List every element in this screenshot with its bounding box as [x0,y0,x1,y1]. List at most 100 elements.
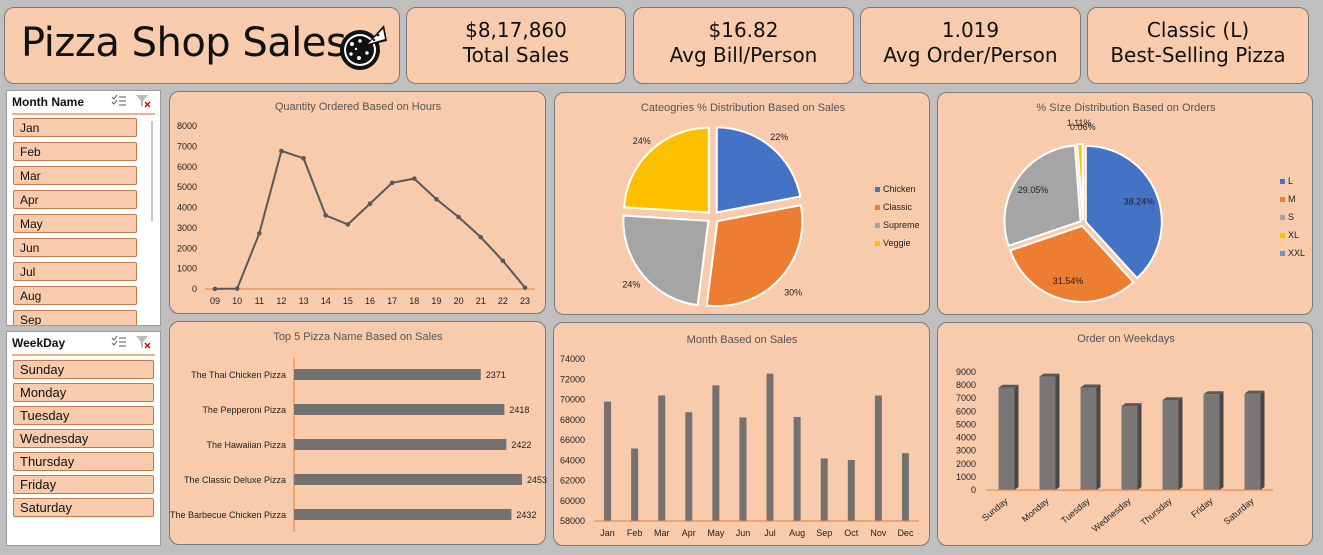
legend-label: Classic [883,202,913,212]
y-tick-label: 3000 [177,223,197,233]
x-tick-label: Jun [736,528,751,538]
weekday-slicer-header: WeekDay [12,336,66,350]
multi-select-icon[interactable] [111,94,127,108]
slice-label: 24% [622,280,640,290]
chart-title: Quantity Ordered Based on Hours [275,101,442,113]
x-tick-label: May [707,528,725,538]
x-tick-label: Jan [600,528,615,538]
kpi-avg-order: 1.019 Avg Order/Person [860,7,1081,84]
bar [1203,394,1220,490]
bar [998,387,1015,490]
slicer-item-thursday[interactable]: Thursday [13,452,154,471]
legend-label: Chicken [883,184,916,194]
chart-title: Month Based on Sales [687,334,798,346]
x-tick-label: Aug [789,528,805,538]
data-point [279,148,284,154]
category-label: The Barbecue Chicken Pizza [170,510,286,520]
bar [294,404,505,415]
top-pizza-bar-chart: Top 5 Pizza Name Based on Sales The Thai … [170,331,547,532]
slice-label: 29.05% [1018,185,1049,195]
bar-side [1219,391,1224,490]
slicer-item-apr[interactable]: Apr [13,190,137,209]
bar [847,459,855,521]
bar [766,373,774,521]
slicer-item-wednesday[interactable]: Wednesday [13,429,154,448]
kpi-best-pizza: Classic (L) Best-Selling Pizza [1087,7,1309,84]
size-pie-chart: % SIze Distribution Based on Orders 38.24… [1003,102,1305,303]
category-label: The Thai Chicken Pizza [191,370,286,380]
slicer-item-may[interactable]: May [13,214,137,233]
legend-swatch [1280,197,1285,202]
bar [631,448,639,521]
bar-side [1096,384,1101,490]
bar [604,401,612,521]
category-label: The Hawaiian Pizza [206,440,286,450]
value-label: 2418 [509,405,529,415]
y-tick-label: 70000 [560,395,585,405]
slicer-item-mar[interactable]: Mar [13,166,137,185]
bar [294,474,522,485]
x-tick-label: Nov [870,528,887,538]
dashboard-title-card: Pizza Shop Sales [4,7,400,84]
slice-label: 24% [633,136,651,146]
bar [1121,406,1138,490]
hours-line-chart: Quantity Ordered Based on Hours 8000 7000 6… [177,101,535,306]
slice-label: 30% [784,287,802,297]
hours-line-chart-card: Quantity Ordered Based on Hours 8000 7000 6… [169,91,546,314]
bar [1039,376,1056,490]
x-tick-label: 18 [409,296,419,306]
x-tick-label: Tuesday [1059,496,1092,526]
clear-filter-icon[interactable] [135,335,151,349]
bar-side [1178,397,1183,490]
slicer-scrollbar[interactable] [151,121,153,221]
legend-swatch [875,205,880,210]
x-tick-label: 23 [520,296,530,306]
y-tick-label: 6000 [177,162,197,172]
slicer-item-jun[interactable]: Jun [13,238,137,257]
category-pie-chart: Cateogries % Distribution Based on Sales… [622,102,920,308]
bar [1244,393,1261,490]
slicer-item-feb[interactable]: Feb [13,142,137,161]
category-label: The Classic Deluxe Pizza [184,475,286,485]
legend-label: L [1288,176,1293,186]
month-slicer[interactable]: Month Name Jan Feb Mar Apr May Jun Jul Aug Sep [6,90,161,326]
bar [658,395,666,521]
slice-label: 31.54% [1053,276,1084,286]
slicer-item-saturday[interactable]: Saturday [13,498,154,517]
slicer-item-tuesday[interactable]: Tuesday [13,406,154,425]
value-label: 2371 [486,370,506,380]
kpi-label: Total Sales [462,43,570,67]
y-tick-label: 2000 [177,243,197,253]
bar-side [1014,384,1019,490]
y-tick-label: 6000 [956,406,976,416]
x-tick-label: Wednesday [1090,496,1133,534]
x-tick-label: Thursday [1139,496,1175,528]
weekday-bar-chart: Order on Weekdays 9000 8000 7000 6000 5000 400… [956,333,1273,534]
slicer-item-friday[interactable]: Friday [13,475,154,494]
bar-side [1055,373,1060,490]
y-tick-label: 2000 [956,459,976,469]
pizza-icon [340,25,387,70]
kpi-total-sales: $8,17,860 Total Sales [406,7,626,84]
data-point [522,285,528,290]
legend-label: S [1288,212,1294,222]
y-tick-label: 66000 [560,435,585,445]
y-tick-label: 4000 [956,433,976,443]
kpi-value: Classic (L) [1146,18,1250,42]
multi-select-icon[interactable] [111,335,127,349]
legend-swatch [1280,179,1285,184]
weekday-slicer[interactable]: WeekDay Sunday Monday Tuesday Wednesday Thur… [6,331,161,546]
slicer-item-sunday[interactable]: Sunday [13,360,154,379]
kpi-avg-bill: $16.82 Avg Bill/Person [633,7,854,84]
slicer-item-sep[interactable]: Sep [13,310,137,325]
data-point [345,222,351,227]
slicer-item-monday[interactable]: Monday [13,383,154,402]
slicer-item-jul[interactable]: Jul [13,262,137,281]
slicer-item-aug[interactable]: Aug [13,286,137,305]
month-bar-chart-card: Month Based on Sales 74000 72000 70000 68000… [553,322,930,546]
slicer-item-jan[interactable]: Jan [13,118,137,137]
x-tick-label: 10 [232,296,242,306]
category-label: The Pepperoni Pizza [202,405,286,415]
legend-swatch [1280,233,1285,238]
clear-filter-icon[interactable] [135,94,151,108]
